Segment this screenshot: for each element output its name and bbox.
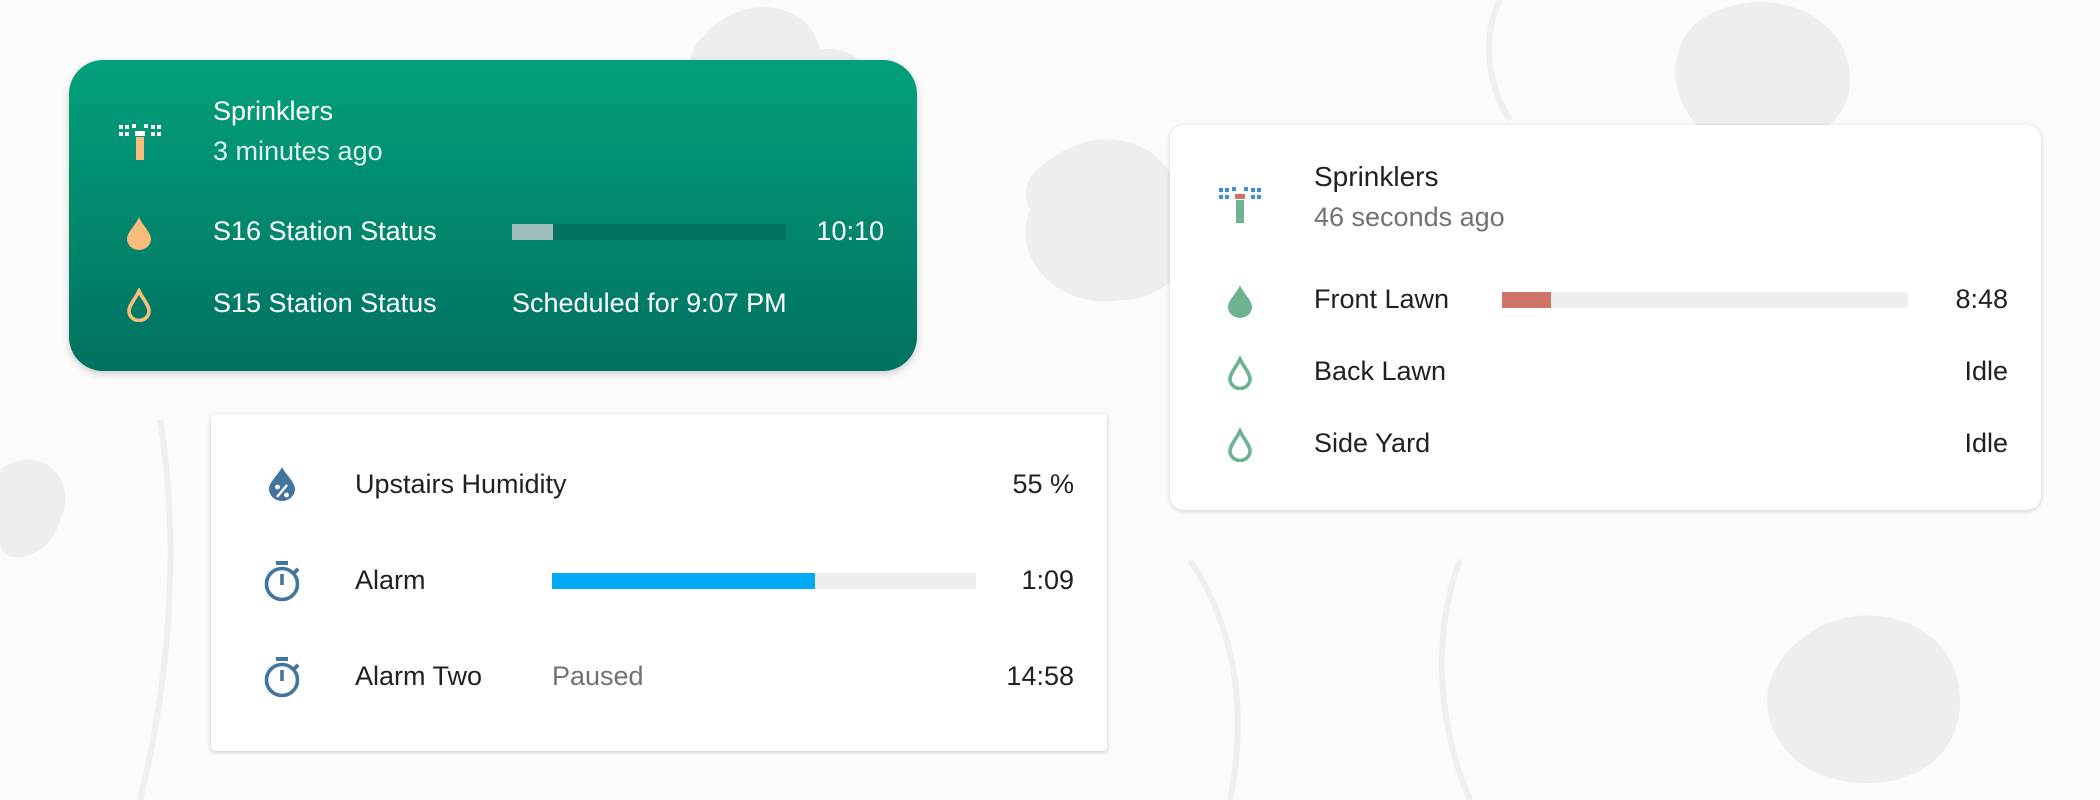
water-drop-outline-icon [1228,356,1252,390]
zone-name: Back Lawn [1314,356,1447,386]
timer-progress-bar [552,573,976,589]
timer-status: Paused [552,661,644,691]
timer-icon [264,657,300,698]
zone-row-side-yard[interactable]: Side Yard Idle [1170,413,2041,473]
station-row-s16[interactable]: S16 Station Status 10:10 [69,200,917,260]
zone-row-front-lawn[interactable]: Front Lawn 8:48 [1170,269,2041,329]
timer-name: Alarm Two [355,661,483,691]
timer-row-alarm-two[interactable]: Alarm Two Paused 14:58 [211,646,1107,706]
timer-progress-fill [552,573,815,589]
card-title: Sprinklers [213,96,334,126]
last-updated: 3 minutes ago [213,136,383,166]
sprinkler-icon [1219,187,1261,223]
water-percent-icon [269,467,295,501]
zone-name: Side Yard [1314,428,1431,458]
station-progress-fill [512,224,554,240]
station-name: S15 Station Status [213,288,437,318]
zone-progress-fill [1502,292,1551,308]
timer-remaining: 14:58 [1006,661,1074,691]
sprinkler-icon [119,124,161,160]
zone-name: Front Lawn [1314,284,1450,314]
sprinklers-green-card[interactable]: Sprinklers 3 minutes ago S16 Station Sta… [69,60,917,371]
sprinklers-white-card[interactable]: Sprinklers 46 seconds ago Front Lawn 8:4… [1170,125,2041,510]
water-drop-filled-icon [1228,285,1252,318]
timers-card: Upstairs Humidity 55 % Alarm 1:09 Alarm … [211,414,1107,751]
zone-state: Idle [1964,356,2008,386]
sensor-name: Upstairs Humidity [355,469,567,499]
timer-row-alarm[interactable]: Alarm 1:09 [211,550,1107,610]
timer-icon [264,561,300,602]
humidity-row[interactable]: Upstairs Humidity 55 % [211,454,1107,514]
last-updated: 46 seconds ago [1314,202,1505,232]
sensor-value: 55 % [1012,469,1074,499]
zone-progress-bar [1502,292,1908,308]
station-remaining-time: 10:10 [816,216,884,246]
zone-row-back-lawn[interactable]: Back Lawn Idle [1170,341,2041,401]
water-drop-outline-icon [127,288,151,322]
timer-remaining: 1:09 [1021,565,1074,595]
station-status: Scheduled for 9:07 PM [512,288,787,318]
timer-name: Alarm [355,565,426,595]
station-name: S16 Station Status [213,216,437,246]
water-drop-outline-icon [1228,428,1252,462]
station-row-s15[interactable]: S15 Station Status Scheduled for 9:07 PM [69,272,917,332]
water-drop-filled-icon [127,217,151,250]
zone-state: Idle [1964,428,2008,458]
card-title: Sprinklers [1314,161,1439,192]
station-progress-bar [512,224,786,240]
zone-remaining-time: 8:48 [1955,284,2008,314]
